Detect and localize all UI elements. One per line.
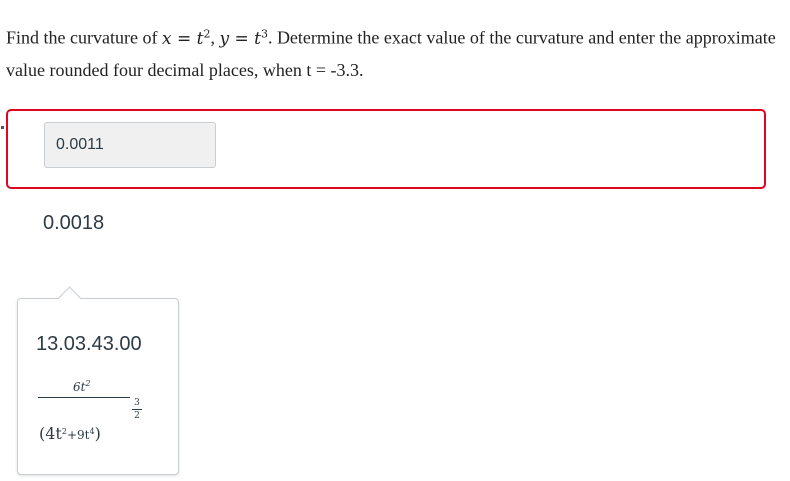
formula-numerator: 6t2 bbox=[73, 379, 91, 394]
answer-popover: 13.03.43.00 6t2 (4t2+9t4) 32 bbox=[17, 286, 179, 475]
formula-denominator: (4t2+9t4) bbox=[39, 424, 101, 443]
popover-value: 13.03.43.00 bbox=[36, 333, 142, 355]
formula-fraction-line bbox=[38, 397, 130, 398]
question-intro: Find the curvature of bbox=[6, 27, 162, 48]
edge-marker bbox=[1, 126, 4, 129]
math-x-equation: x = t2 bbox=[161, 27, 211, 49]
answer-input[interactable]: 0.0011 bbox=[44, 122, 216, 168]
question-text: Find the curvature of x = t2, y = t3. De… bbox=[6, 18, 776, 86]
alternate-answer: 0.0018 bbox=[43, 212, 105, 234]
formula-outer-exponent: 32 bbox=[132, 398, 142, 421]
math-y-equation: y = t3 bbox=[219, 27, 268, 49]
popover-caret bbox=[57, 286, 82, 311]
curvature-formula: 6t2 (4t2+9t4) 32 bbox=[36, 374, 148, 454]
answer-box: 0.0011 bbox=[1, 109, 766, 189]
